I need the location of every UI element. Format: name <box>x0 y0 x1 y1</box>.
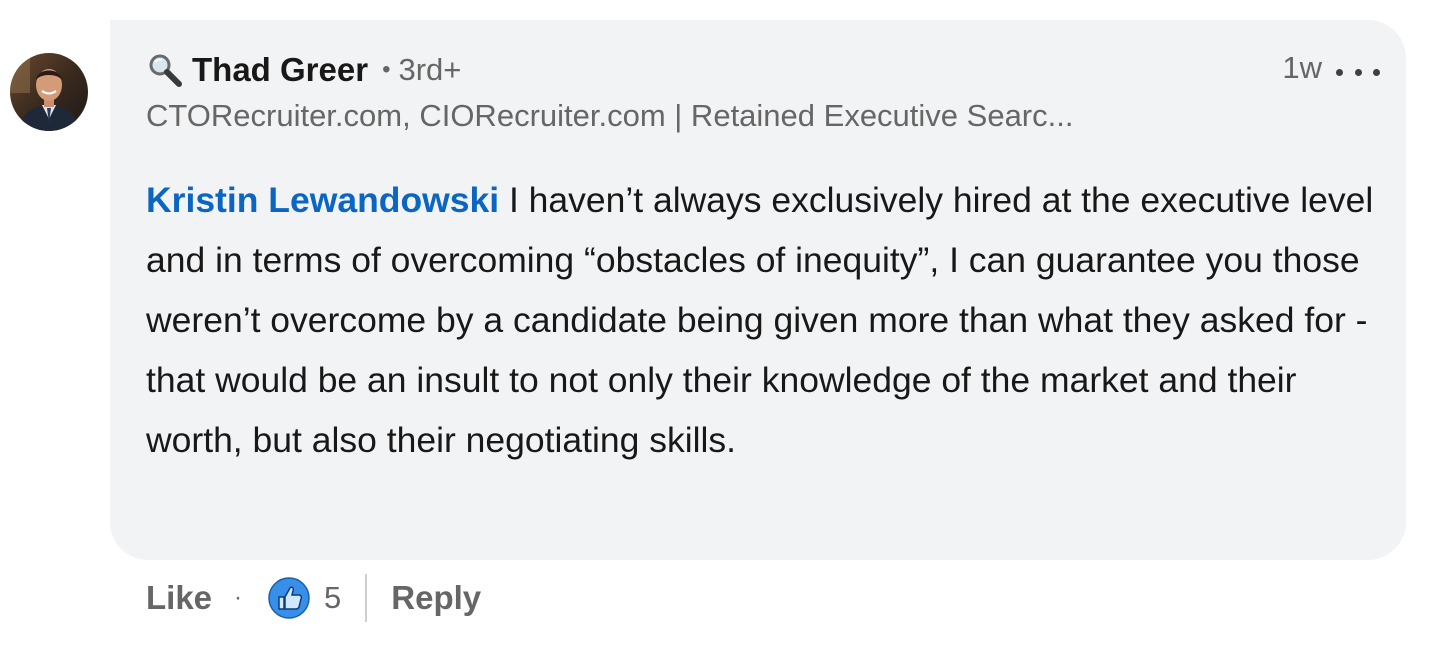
degree-separator: • <box>382 56 391 83</box>
magnifier-icon <box>146 51 184 89</box>
action-separator: · <box>234 584 243 611</box>
comment-text-content: I haven’t always exclusively hired at th… <box>146 180 1374 460</box>
avatar[interactable] <box>10 53 88 131</box>
connection-degree: 3rd+ <box>398 52 462 87</box>
author-name[interactable]: Thad Greer <box>192 51 368 89</box>
comment-actions: Like · 5 Reply <box>146 572 481 624</box>
more-options-button[interactable] <box>1336 60 1380 84</box>
comment-timestamp: 1w <box>1282 50 1322 85</box>
more-horizontal-icon <box>1336 68 1343 76</box>
author-headline[interactable]: CTORecruiter.com, CIORecruiter.com | Ret… <box>146 98 1073 134</box>
more-dot <box>1373 68 1380 76</box>
profile-photo <box>10 53 88 131</box>
reply-button[interactable]: Reply <box>391 579 481 617</box>
comment-item: Thad Greer • 3rd+ CTORecruiter.com, CIOR… <box>0 0 1434 648</box>
mention-link[interactable]: Kristin Lewandowski <box>146 180 499 220</box>
thumbs-up-icon[interactable] <box>268 577 310 619</box>
actions-divider <box>365 574 368 622</box>
comment-text: Kristin Lewandowski I haven’t always exc… <box>146 170 1376 470</box>
reaction-count[interactable]: 5 <box>324 580 341 616</box>
more-dot <box>1354 68 1362 76</box>
author-line: Thad Greer • 3rd+ <box>146 50 461 90</box>
comment-bubble: Thad Greer • 3rd+ CTORecruiter.com, CIOR… <box>110 20 1406 560</box>
like-button[interactable]: Like <box>146 579 212 617</box>
